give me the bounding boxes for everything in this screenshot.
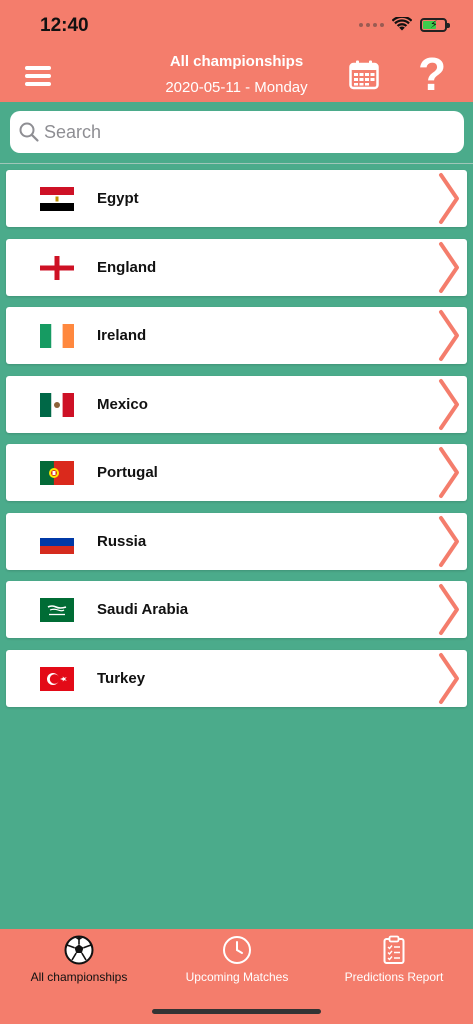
chevron-right-icon [439, 447, 459, 498]
country-row-portugal[interactable]: Portugal [6, 444, 467, 501]
search-bar[interactable] [10, 111, 464, 153]
search-icon [19, 122, 39, 142]
portugal-flag-icon [40, 461, 74, 485]
ireland-flag-icon [40, 324, 74, 348]
country-name: Portugal [97, 464, 158, 481]
status-icons: ⚡ [359, 17, 450, 32]
page-title: All championships [169, 53, 304, 70]
clipboard-icon [383, 935, 405, 964]
search-input[interactable] [44, 121, 444, 143]
country-row-ireland[interactable]: Ireland [6, 307, 467, 364]
country-name: Turkey [97, 669, 146, 687]
country-name: Mexico [97, 395, 148, 413]
home-indicator [152, 1009, 321, 1014]
saudi-arabia-flag-icon [40, 598, 74, 622]
calendar-icon[interactable] [349, 60, 379, 90]
clock-icon [223, 936, 251, 964]
country-name: Ireland [97, 327, 147, 344]
country-row-egypt[interactable]: Egypt [6, 170, 467, 227]
tab-label: All championships [30, 970, 128, 984]
country-row-mexico[interactable]: Mexico [6, 375, 467, 433]
tab-predictions-report[interactable]: Predictions Report [315, 929, 473, 1024]
country-row-saudi-arabia[interactable]: Saudi Arabia [6, 581, 467, 638]
battery-icon: ⚡ [420, 17, 450, 32]
help-button[interactable]: ? [413, 50, 451, 98]
chevron-right-icon [439, 310, 459, 361]
country-name: Russia [97, 532, 147, 550]
soccer-ball-icon [64, 935, 94, 965]
country-row-russia[interactable]: Russia [6, 512, 467, 570]
status-time: 12:40 [40, 15, 89, 36]
egypt-flag-icon [40, 187, 74, 211]
mexico-flag-icon [40, 392, 74, 417]
wifi-icon [392, 17, 412, 31]
tab-label: Upcoming Matches [185, 970, 289, 984]
current-date: 2020-05-11 - Monday [165, 79, 308, 96]
tab-label: Predictions Report [344, 970, 444, 984]
chevron-right-icon [439, 515, 459, 567]
tab-all-championships[interactable]: All championships [0, 929, 158, 1024]
chevron-right-icon [439, 584, 459, 635]
russia-flag-icon [40, 529, 74, 554]
country-row-england[interactable]: England [6, 238, 467, 296]
turkey-flag-icon [40, 666, 74, 691]
england-flag-icon [40, 255, 74, 280]
app-header: 12:40 ⚡ All championships 2020-05-11 - M… [0, 0, 473, 102]
country-name: Saudi Arabia [97, 601, 189, 618]
country-name: Egypt [97, 190, 139, 207]
country-row-turkey[interactable]: Turkey [6, 649, 467, 707]
signal-icon [359, 22, 384, 27]
chevron-right-icon [439, 173, 459, 224]
chevron-right-icon [439, 241, 459, 293]
chevron-right-icon [439, 652, 459, 704]
chevron-right-icon [439, 378, 459, 430]
country-list: Egypt England Ireland Mexico Portugal Ru… [6, 170, 467, 718]
divider [0, 163, 473, 164]
country-name: England [97, 258, 157, 276]
